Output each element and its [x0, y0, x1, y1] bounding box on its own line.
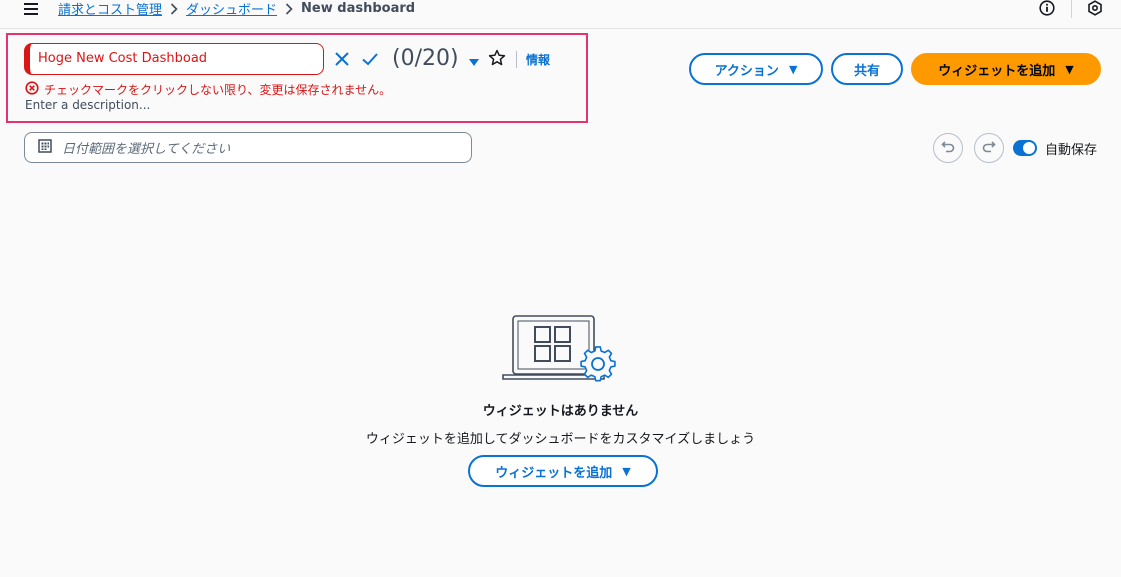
error-message: チェックマークをクリックしない限り、変更は保存されません。: [25, 80, 391, 99]
share-button-label: 共有: [853, 63, 880, 79]
actions-button[interactable]: アクション ▼: [689, 53, 823, 85]
breadcrumb-billing[interactable]: 請求とコスト管理: [58, 0, 162, 18]
empty-state-title: ウィジェットはありません: [482, 404, 639, 419]
undo-icon: [940, 138, 956, 158]
add-widget-button-label: ウィジェットを追加: [938, 63, 1056, 79]
header-divider: [1071, 0, 1072, 18]
breadcrumb: 請求とコスト管理 ダッシュボード New dashboard: [58, 0, 416, 18]
info-divider: [516, 51, 517, 68]
autosave-toggle[interactable]: [1013, 140, 1037, 156]
redo-icon: [981, 138, 997, 158]
breadcrumb-current: New dashboard: [301, 1, 416, 16]
toggle-knob: [1023, 142, 1035, 154]
star-icon[interactable]: [488, 49, 506, 71]
confirm-check-icon[interactable]: [361, 51, 379, 71]
actions-button-label: アクション: [714, 63, 779, 79]
calendar-icon: [38, 138, 52, 157]
description-field[interactable]: Enter a description...: [25, 98, 150, 112]
chevron-right-icon: [277, 2, 301, 15]
redo-button[interactable]: [974, 133, 1004, 163]
chevron-right-icon: [162, 2, 186, 15]
autosave-label: 自動保存: [1045, 143, 1098, 158]
error-x-circle-icon: [25, 80, 39, 99]
error-text: チェックマークをクリックしない限り、変更は保存されません。: [44, 83, 392, 97]
info-link[interactable]: 情報: [526, 51, 550, 68]
caret-down-icon[interactable]: [468, 53, 480, 72]
date-range-picker[interactable]: 日付範囲を選択してください: [24, 132, 472, 163]
undo-button[interactable]: [933, 133, 963, 163]
caret-down-icon: ▼: [1065, 62, 1074, 76]
settings-hex-icon[interactable]: [1087, 0, 1103, 16]
caret-down-icon: ▼: [788, 62, 798, 76]
empty-add-widget-button[interactable]: ウィジェットを追加 ▼: [468, 455, 658, 487]
cancel-edit-icon[interactable]: [334, 51, 350, 71]
date-range-placeholder: 日付範囲を選択してください: [62, 142, 231, 157]
share-button[interactable]: 共有: [831, 53, 903, 85]
empty-dashboard-icon: [500, 312, 625, 392]
add-widget-button[interactable]: ウィジェットを追加 ▼: [911, 53, 1101, 85]
dashboard-name-input[interactable]: Hoge New Cost Dashboad: [24, 43, 324, 75]
top-navigation-bar: 請求とコスト管理 ダッシュボード New dashboard: [0, 0, 1121, 29]
breadcrumb-dashboards[interactable]: ダッシュボード: [186, 0, 277, 18]
character-counter: (0/20): [392, 46, 459, 71]
menu-icon[interactable]: [24, 1, 38, 15]
empty-state-subtitle: ウィジェットを追加してダッシュボードをカスタマイズしましょう: [365, 432, 756, 447]
empty-add-widget-label: ウィジェットを追加: [495, 465, 613, 481]
caret-down-icon: ▼: [622, 464, 631, 478]
info-circle-icon[interactable]: [1039, 0, 1055, 16]
